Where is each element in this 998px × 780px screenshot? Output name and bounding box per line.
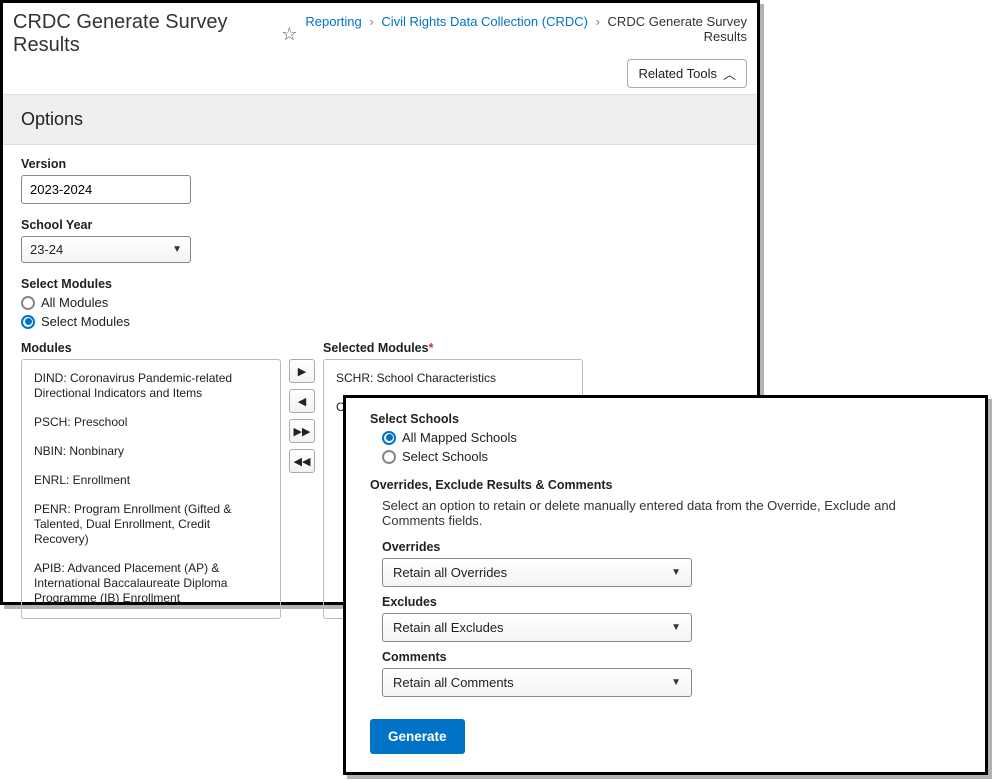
move-all-right-button[interactable]: ▶▶ [289,419,315,443]
overrides-helper-text: Select an option to retain or delete man… [382,498,961,528]
selected-modules-list-label-text: Selected Modules [323,341,429,355]
overrides-label: Overrides [382,540,961,554]
related-tools-label: Related Tools [638,66,717,81]
select-schools-label: Select Schools [370,412,961,426]
version-input[interactable] [21,175,191,204]
school-year-value: 23-24 [30,242,63,257]
version-label: Version [21,157,739,171]
breadcrumb-crdc[interactable]: Civil Rights Data Collection (CRDC) [381,14,588,29]
overrides-select[interactable]: Retain all Overrides ▼ [382,558,692,587]
modules-listbox[interactable]: DIND: Coronavirus Pandemic-related Direc… [21,359,281,619]
selected-modules-list-label: Selected Modules* [323,341,583,355]
list-item[interactable]: EXAM: SAT/ACT & Advanced Placement (AP) … [22,613,280,619]
excludes-select[interactable]: Retain all Excludes ▼ [382,613,692,642]
caret-down-icon: ▼ [172,244,182,255]
page-title-text: CRDC Generate Survey Results [13,11,275,57]
chevron-right-icon: › [596,14,600,29]
excludes-value: Retain all Excludes [393,620,504,635]
radio-icon [21,296,35,310]
radio-icon [382,431,396,445]
radio-all-modules-label: All Modules [41,295,108,310]
radio-icon [21,315,35,329]
comments-value: Retain all Comments [393,675,514,690]
radio-all-modules[interactable]: All Modules [21,295,739,310]
caret-down-icon: ▼ [671,677,681,688]
related-tools-button[interactable]: Related Tools ︿ [627,59,747,88]
caret-down-icon: ▼ [671,567,681,578]
school-year-label: School Year [21,218,739,232]
generate-button[interactable]: Generate [370,719,465,754]
move-left-button[interactable]: ◀ [289,389,315,413]
breadcrumb: Reporting › Civil Rights Data Collection… [297,11,747,44]
list-item[interactable]: SCHR: School Characteristics [324,364,582,393]
modules-column: Modules DIND: Coronavirus Pandemic-relat… [21,341,281,619]
school-year-select[interactable]: 23-24 ▼ [21,236,191,263]
list-item[interactable]: PENR: Program Enrollment (Gifted & Talen… [22,495,280,554]
excludes-label: Excludes [382,595,961,609]
list-item[interactable]: DIND: Coronavirus Pandemic-related Direc… [22,364,280,408]
breadcrumb-current: CRDC Generate Survey Results [608,14,747,44]
page-title: CRDC Generate Survey Results ☆ [13,11,297,57]
radio-select-modules[interactable]: Select Modules [21,314,739,329]
overrides-section-label: Overrides, Exclude Results & Comments [370,478,961,492]
favorite-star-icon[interactable]: ☆ [281,24,297,45]
header-right: Reporting › Civil Rights Data Collection… [297,11,747,44]
radio-icon [382,450,396,464]
comments-label: Comments [382,650,961,664]
list-item[interactable]: APIB: Advanced Placement (AP) & Internat… [22,554,280,613]
list-item[interactable]: PSCH: Preschool [22,408,280,437]
move-all-left-button[interactable]: ◀◀ [289,449,315,473]
select-modules-label: Select Modules [21,277,739,291]
overlay-panel: Select Schools All Mapped Schools Select… [343,395,988,775]
header-row: CRDC Generate Survey Results ☆ Reporting… [3,3,757,59]
breadcrumb-reporting[interactable]: Reporting [305,14,361,29]
overrides-value: Retain all Overrides [393,565,507,580]
radio-select-modules-label: Select Modules [41,314,130,329]
required-asterisk: * [429,341,434,355]
radio-select-schools-label: Select Schools [402,449,488,464]
caret-down-icon: ▼ [671,622,681,633]
chevron-right-icon: › [369,14,373,29]
move-right-button[interactable]: ▶ [289,359,315,383]
radio-select-schools[interactable]: Select Schools [382,449,961,464]
comments-select[interactable]: Retain all Comments ▼ [382,668,692,697]
related-tools-row: Related Tools ︿ [3,59,757,94]
list-item[interactable]: ENRL: Enrollment [22,466,280,495]
transfer-buttons: ▶ ◀ ▶▶ ◀◀ [289,341,315,619]
list-item[interactable]: NBIN: Nonbinary [22,437,280,466]
radio-all-mapped-label: All Mapped Schools [402,430,517,445]
chevron-up-icon: ︿ [723,64,736,83]
options-heading: Options [3,94,757,145]
modules-list-label: Modules [21,341,281,355]
radio-all-mapped-schools[interactable]: All Mapped Schools [382,430,961,445]
